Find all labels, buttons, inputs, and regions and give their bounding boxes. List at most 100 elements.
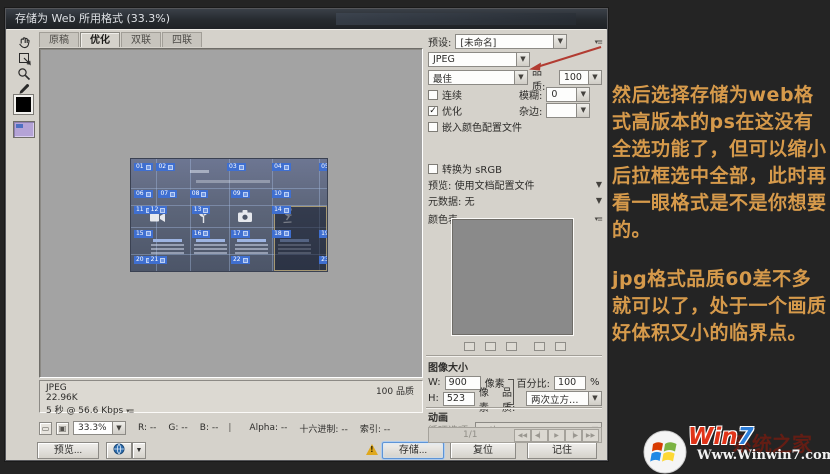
- panel-menu-icon[interactable]: ▾≡: [595, 38, 602, 46]
- feature-text-placeholder: [231, 239, 272, 254]
- animation-frame-bar: 1/1 ◀◀◀▏▶▕▶▶▶: [428, 427, 602, 443]
- compression-quality-dropdown[interactable]: 最佳 ▼: [428, 70, 528, 85]
- resample-arrow-icon[interactable]: ▼: [588, 392, 601, 405]
- slice-badge-18[interactable]: 18: [272, 230, 291, 238]
- metadata-arrow-icon[interactable]: ▼: [596, 196, 602, 205]
- matte-dropdown-arrow-icon[interactable]: ▼: [576, 104, 589, 117]
- remember-button[interactable]: 记住: [527, 442, 597, 459]
- matte-field[interactable]: ▼: [546, 103, 590, 118]
- embed-profile-checkbox[interactable]: [428, 122, 438, 132]
- compression-dropdown-arrow-icon[interactable]: ▼: [514, 71, 527, 84]
- slice-badge-09[interactable]: 09: [231, 190, 250, 198]
- zoom-level-value: 33.3%: [74, 423, 112, 433]
- eyedropper-icon: [17, 82, 31, 96]
- slice-badge-17[interactable]: 17: [231, 230, 250, 238]
- slice-badge-06[interactable]: 06: [134, 190, 153, 198]
- slice-badge-04[interactable]: 04: [272, 163, 291, 171]
- map-transparency-icon[interactable]: [464, 342, 475, 351]
- slice-badge-08[interactable]: 08: [190, 190, 209, 198]
- slice-thumbnail-icon: [16, 124, 23, 128]
- format-dropdown-arrow-icon[interactable]: ▼: [516, 53, 529, 66]
- eyedropper-color-swatch[interactable]: [14, 95, 33, 114]
- slice-badge-19[interactable]: 19: [319, 230, 327, 238]
- r-readout: R: --: [138, 423, 156, 433]
- preview-mode-arrow-icon[interactable]: ▼: [596, 180, 602, 189]
- slice-badge-15[interactable]: 15: [134, 230, 153, 238]
- convert-srgb-checkbox[interactable]: [428, 164, 438, 174]
- preset-dropdown[interactable]: [未命名] ▼: [455, 34, 567, 49]
- save-button[interactable]: 存储...: [382, 442, 444, 459]
- slice-state-icon: [203, 231, 208, 236]
- hand-tool-button[interactable]: [14, 34, 34, 50]
- zoom-dropdown-arrow-icon[interactable]: ▼: [112, 422, 125, 434]
- progressive-checkbox[interactable]: [428, 90, 438, 100]
- alpha-readout: Alpha: --: [249, 423, 287, 433]
- resample-quality-dropdown[interactable]: 两次立方（较锐... ▼: [526, 391, 602, 406]
- slice-badge-07[interactable]: 07: [158, 190, 177, 198]
- slice-badge-03[interactable]: 03: [227, 163, 246, 171]
- preview-button[interactable]: 预览...: [37, 442, 99, 459]
- slice-state-icon: [146, 231, 151, 236]
- slice-badge-12[interactable]: 12: [149, 206, 168, 214]
- reset-button[interactable]: 复位: [450, 442, 516, 459]
- zoom-in-button[interactable]: ▣: [56, 422, 69, 435]
- preview-mode-dropdown[interactable]: 预览: 使用文档配置文件 ▼: [428, 177, 602, 192]
- format-dropdown[interactable]: JPEG ▼: [428, 52, 530, 67]
- feature-text-placeholder: [147, 239, 188, 254]
- color-table-menu-icon[interactable]: ▾≡: [595, 215, 602, 223]
- save-for-web-dialog: 存储为 Web 所用格式 (33.3%) 原稿优化双联四联: [5, 8, 608, 461]
- tab-optimized[interactable]: 优化: [80, 32, 120, 47]
- brand-7-text: 7: [738, 424, 754, 450]
- tab-4up[interactable]: 四联: [162, 32, 202, 47]
- toggle-slices-visibility-button[interactable]: [13, 121, 35, 138]
- blur-label: 模糊:: [519, 87, 542, 102]
- slice-state-icon: [201, 192, 206, 197]
- slice-badge-01[interactable]: 01: [134, 163, 153, 171]
- preview-canvas[interactable]: 0102030405060708091011121314151617181920…: [39, 48, 423, 378]
- width-field[interactable]: 900: [445, 376, 481, 390]
- slice-badge-16[interactable]: 16: [192, 230, 211, 238]
- percent-field[interactable]: 100: [554, 376, 586, 390]
- blur-slider-arrow-icon[interactable]: ▼: [576, 88, 589, 101]
- web-shift-icon[interactable]: [485, 342, 496, 351]
- optimized-preview-image[interactable]: 0102030405060708091011121314151617181920…: [131, 159, 327, 271]
- previous-frame-button: ◀▏: [531, 429, 548, 442]
- slice-badge-13[interactable]: 13: [192, 206, 211, 214]
- zoom-level-dropdown[interactable]: 33.3% ▼: [73, 421, 126, 435]
- slice-badge-10[interactable]: 10: [272, 190, 291, 198]
- blur-field[interactable]: 0 ▼: [546, 87, 590, 102]
- slice-badge-21[interactable]: 21: [149, 256, 168, 264]
- zoom-out-button[interactable]: ▭: [39, 422, 52, 435]
- optimized-label: 优化: [442, 103, 494, 118]
- slice-badge-22[interactable]: 22: [231, 256, 250, 264]
- slice-badge-23[interactable]: 23: [319, 256, 327, 264]
- hand-icon: [17, 35, 32, 50]
- quality-field[interactable]: 100 ▼: [559, 70, 602, 85]
- slice-state-icon: [243, 258, 248, 263]
- slice-select-tool-button[interactable]: [14, 50, 34, 66]
- height-field[interactable]: 523: [443, 392, 475, 406]
- metadata-dropdown[interactable]: 元数据: 无 ▼: [428, 193, 602, 208]
- download-speed-menu-icon[interactable]: ▾≡: [126, 407, 133, 415]
- info-download-time: 5 秒 @ 56.6 Kbps ▾≡: [46, 403, 416, 416]
- slice-badge-05[interactable]: 05: [319, 163, 327, 171]
- tab-original[interactable]: 原稿: [39, 32, 79, 47]
- delete-color-icon[interactable]: [555, 342, 566, 351]
- quality-slider-arrow-icon[interactable]: ▼: [588, 71, 601, 84]
- dialog-titlebar[interactable]: 存储为 Web 所用格式 (33.3%): [6, 9, 607, 29]
- browser-select-arrow[interactable]: ▼: [132, 442, 146, 459]
- first-frame-button: ◀◀: [514, 429, 531, 442]
- slice-select-icon: [17, 51, 32, 66]
- tab-2up[interactable]: 双联: [121, 32, 161, 47]
- warning-icon: [366, 444, 378, 455]
- slice-badge-14[interactable]: 14: [272, 206, 291, 214]
- slice-badge-02[interactable]: 02: [156, 163, 175, 171]
- optimized-checkbox[interactable]: ✓: [428, 106, 438, 116]
- color-table-area[interactable]: [452, 219, 573, 335]
- new-color-icon[interactable]: [534, 342, 545, 351]
- preview-in-browser-button[interactable]: [106, 442, 132, 459]
- zoom-tool-button[interactable]: [14, 66, 34, 82]
- lock-color-icon[interactable]: [506, 342, 517, 351]
- preset-dropdown-arrow-icon[interactable]: ▼: [553, 35, 566, 48]
- status-divider: |: [228, 423, 231, 433]
